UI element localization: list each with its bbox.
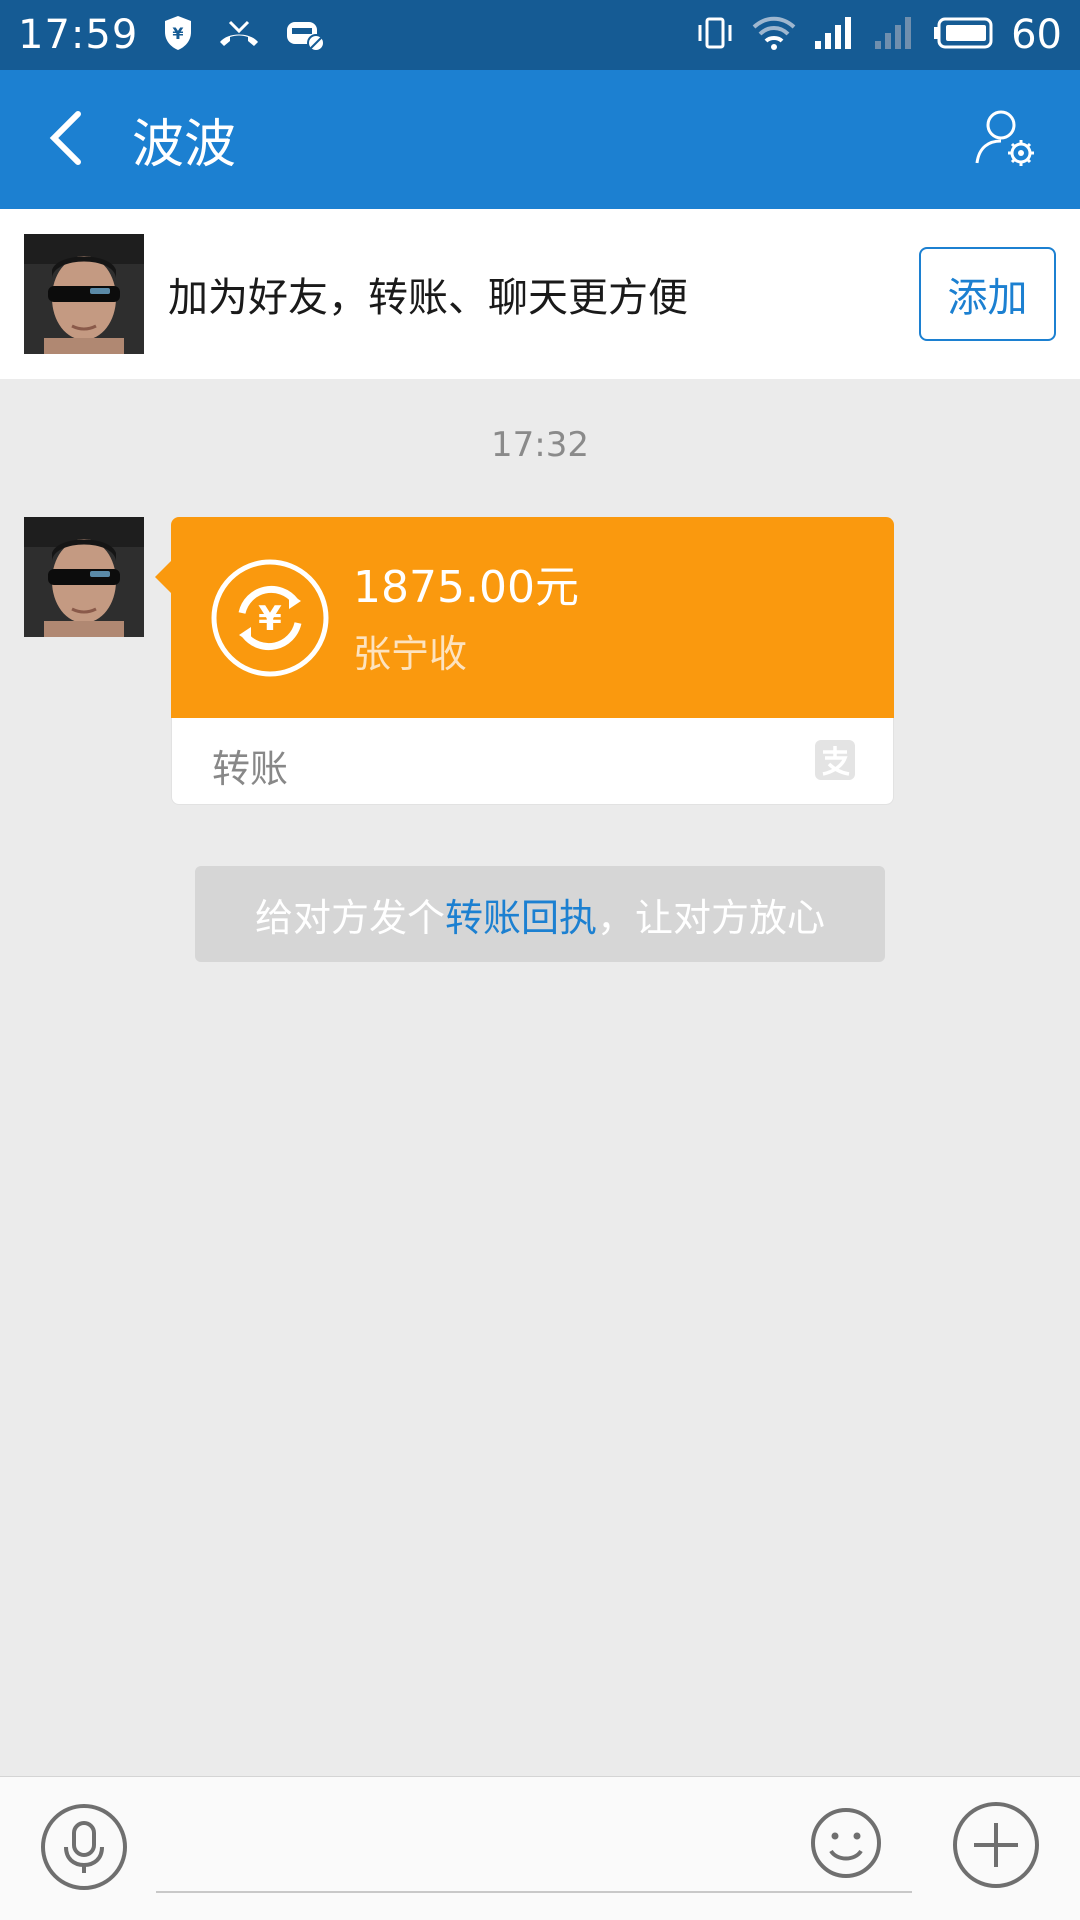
message-input-bar — [0, 1776, 1080, 1920]
profile-settings-button[interactable] — [966, 100, 1046, 180]
status-notification-icons: ¥ — [162, 14, 326, 56]
signal-icon — [813, 13, 857, 57]
status-time: 17:59 — [18, 12, 139, 58]
battery-icon — [933, 16, 995, 54]
battery-level: 60 — [1011, 12, 1062, 58]
transfer-receipt-tip: 给对方发个 转账回执 ，让对方放心 — [195, 866, 885, 962]
message-input[interactable] — [156, 1807, 912, 1893]
more-actions-button[interactable] — [952, 1801, 1040, 1889]
tip-suffix: ，让对方放心 — [597, 895, 826, 940]
status-bar: 17:59 ¥ 60 — [0, 0, 1080, 70]
microphone-icon — [41, 1804, 127, 1890]
transfer-card-footer: 转账 — [171, 718, 894, 805]
transfer-card-header: ¥ 1875.00元 张宁收 — [155, 517, 894, 718]
voice-button[interactable] — [40, 1803, 128, 1891]
svg-text:¥: ¥ — [258, 599, 282, 639]
transfer-receipt-link[interactable]: 转账回执 — [445, 887, 597, 942]
chat-title: 波波 — [132, 115, 237, 175]
transfer-status: 张宁收 — [353, 632, 468, 676]
status-system-icons: 60 — [695, 12, 1062, 58]
alipay-icon — [815, 740, 855, 780]
plus-circle-icon — [953, 1802, 1039, 1888]
svg-text:¥: ¥ — [173, 24, 184, 43]
smiley-icon — [811, 1808, 881, 1878]
vibrate-icon — [695, 13, 735, 57]
emoji-button[interactable] — [810, 1807, 882, 1879]
transfer-yuan-icon: ¥ — [209, 557, 331, 679]
missed-call-icon — [216, 18, 262, 52]
tip-prefix: 给对方发个 — [254, 895, 445, 940]
transfer-amount: 1875.00元 — [353, 562, 579, 613]
user-settings-icon — [971, 103, 1041, 177]
alipay-shield-icon: ¥ — [162, 14, 194, 56]
message-timestamp: 17:32 — [491, 425, 589, 465]
signal-weak-icon — [873, 13, 917, 57]
transfer-label: 转账 — [212, 747, 289, 791]
add-friend-banner: 加为好友，转账、聊天更方便 添加 — [0, 209, 1080, 379]
chevron-left-icon — [46, 108, 86, 172]
bubble-tail — [155, 561, 171, 593]
app-header: 波波 — [0, 70, 1080, 209]
wifi-icon — [751, 13, 797, 57]
car-off-icon — [284, 14, 326, 56]
add-friend-button[interactable]: 添加 — [919, 247, 1056, 341]
transfer-message-card[interactable]: ¥ 1875.00元 张宁收 转账 — [155, 517, 894, 805]
back-button[interactable] — [6, 70, 126, 209]
add-friend-prompt: 加为好友，转账、聊天更方便 — [168, 275, 688, 321]
avatar[interactable] — [24, 234, 144, 354]
sender-avatar[interactable] — [24, 517, 144, 637]
